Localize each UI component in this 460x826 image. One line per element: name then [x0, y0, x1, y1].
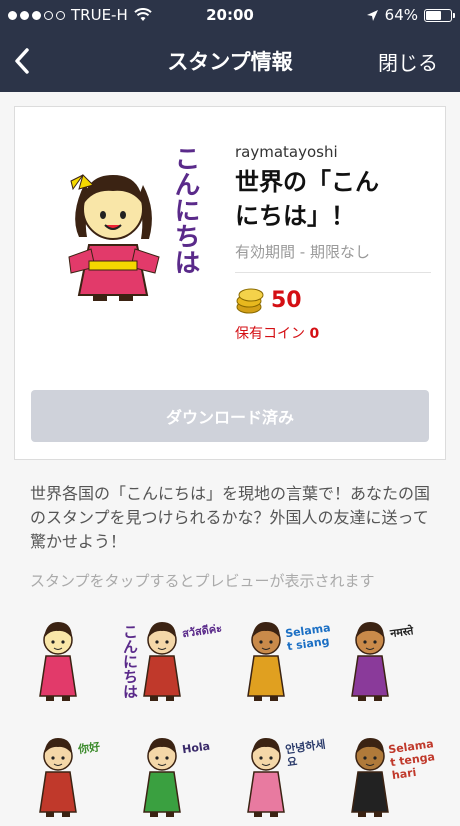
- sticker-author: raymatayoshi: [235, 143, 338, 161]
- sticker-info-card: こんにちは raymatayoshi 世界の「こん にちは」！ 有効期間 - 期…: [14, 106, 446, 460]
- location-arrow-icon: [366, 9, 378, 21]
- sticker-preview-item[interactable]: こんにちは: [26, 610, 139, 706]
- price-row: 50: [235, 285, 431, 315]
- sticker-set-name-line2: にちは」！: [235, 202, 355, 230]
- back-button[interactable]: [0, 30, 44, 92]
- battery-icon: [424, 8, 455, 22]
- sticker-preview-item[interactable]: Hola: [130, 726, 230, 822]
- sticker-main-image: こんにちは: [49, 145, 209, 305]
- download-button[interactable]: ダウンロード済み: [31, 390, 429, 442]
- sticker-main-caption: こんにちは: [170, 145, 200, 275]
- sticker-set-name: 世界の「こん にちは」！: [235, 165, 431, 233]
- coin-icon: [236, 288, 264, 314]
- close-button[interactable]: 閉じる: [378, 47, 438, 76]
- sticker-preview-item[interactable]: Selamat siang: [234, 610, 334, 706]
- sticker-greeting: こんにちは: [121, 624, 139, 699]
- navigation-bar: スタンプ情報 閉じる: [0, 30, 460, 92]
- sticker-set-name-line1: 世界の「こん: [235, 168, 379, 196]
- validity-text: 有効期間 - 期限なし: [235, 241, 431, 273]
- chevron-left-icon: [15, 48, 29, 74]
- price: 50: [271, 287, 302, 313]
- sticker-preview-item[interactable]: नमस्ते: [338, 610, 438, 706]
- owned-coins-label: 保有コイン: [235, 326, 305, 342]
- preview-hint: スタンプをタップするとプレビューが表示されます: [30, 572, 375, 590]
- sticker-preview-item[interactable]: Selamat tengahari: [338, 726, 438, 822]
- owned-coins-value: 0: [309, 326, 320, 342]
- carrier: TRUE-H: [8, 6, 152, 24]
- carrier-name: TRUE-H: [71, 6, 128, 24]
- sticker-description: 世界各国の「こんにちは」を現地の言葉で！あなたの国のスタンプを見つけられるかな？…: [30, 484, 431, 551]
- sticker-preview-item[interactable]: 안녕하세요: [234, 726, 334, 822]
- sticker-preview-item[interactable]: 你好: [26, 726, 126, 822]
- wifi-icon: [134, 8, 152, 21]
- sticker-preview-item[interactable]: สวัสดีค่ะ: [130, 610, 230, 706]
- battery-percent: 64%: [384, 6, 418, 24]
- signal-icon: [8, 10, 65, 20]
- sticker-greeting: Selamat tengahari: [387, 737, 436, 783]
- sticker-grid: こんにちは สวัสดีค่ะ Selamat siang नमस्ते 你好 Hola 안…: [26, 610, 436, 822]
- owned-coins: 保有コイン 0: [235, 323, 431, 343]
- status-bar: TRUE-H 20:00 64%: [0, 0, 460, 30]
